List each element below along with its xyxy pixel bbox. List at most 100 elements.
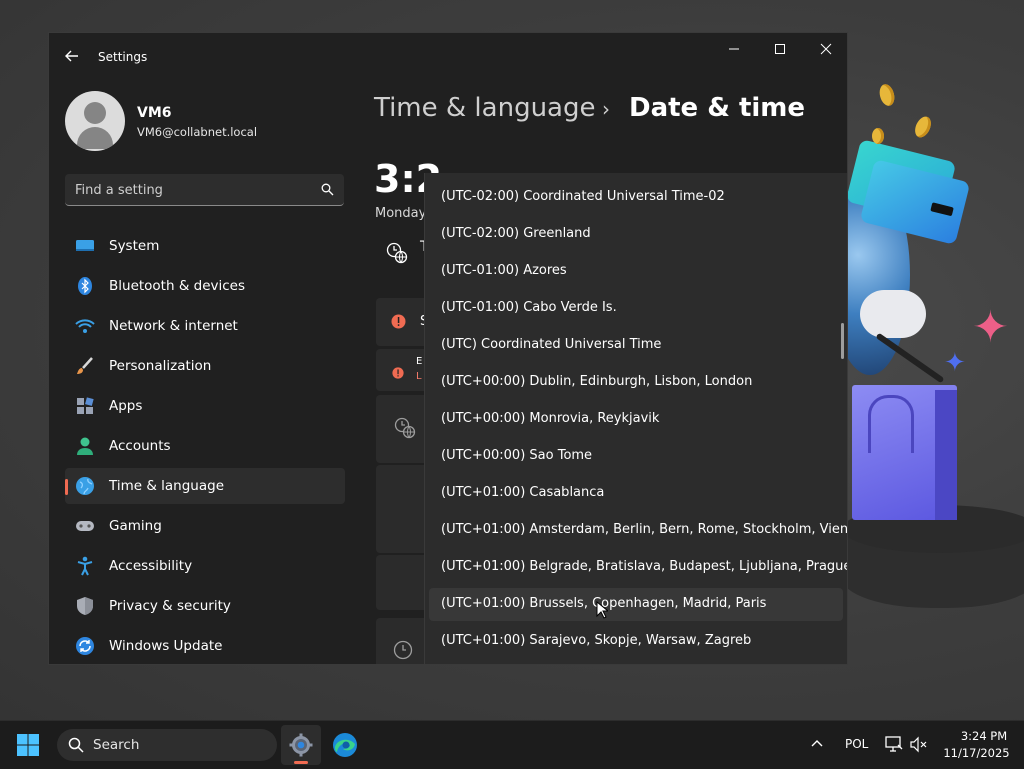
time-zone-option[interactable]: (UTC-01:00) Azores	[429, 255, 843, 288]
time-zone-option[interactable]: (UTC+00:00) Sao Tome	[429, 440, 843, 473]
time-zone-option[interactable]: (UTC+00:00) Dublin, Edinburgh, Lisbon, L…	[429, 366, 843, 399]
time-zone-option-label: (UTC-02:00) Greenland	[441, 226, 591, 241]
search-icon	[68, 737, 84, 753]
mouse-cursor-icon	[596, 601, 608, 619]
time-zone-dropdown-list[interactable]: (UTC-02:00) Coordinated Universal Time-0…	[424, 173, 847, 664]
page-title: Date & time	[629, 93, 806, 123]
gamepad-icon	[76, 521, 94, 531]
sparkle-icon: ✦	[944, 348, 966, 378]
settings-window: Settings VM6 VM6@collabnet.local System …	[48, 32, 848, 665]
time-zone-option[interactable]: (UTC+01:00) Casablanca	[429, 477, 843, 510]
maximize-button[interactable]	[757, 33, 803, 65]
time-zone-icon	[386, 242, 408, 264]
active-app-indicator	[294, 761, 308, 764]
sidebar-item-label: Personalization	[109, 358, 212, 374]
volume-muted-icon[interactable]	[910, 736, 928, 753]
apps-icon	[77, 397, 94, 414]
time-zone-option[interactable]: (UTC+01:00) Belgrade, Bratislava, Budape…	[429, 551, 847, 584]
minimize-button[interactable]	[711, 33, 757, 65]
sidebar-item-label: Windows Update	[109, 638, 223, 654]
time-zone-option[interactable]: (UTC+01:00) Brussels, Copenhagen, Madrid…	[429, 588, 843, 621]
time-zone-option[interactable]: (UTC) Coordinated Universal Time	[429, 329, 843, 362]
taskbar-clock-time[interactable]: 3:24 PM	[955, 729, 1013, 743]
back-arrow-icon[interactable]	[63, 47, 81, 65]
sparkle-icon: ✦	[972, 302, 1009, 353]
input-language-indicator[interactable]: POL	[845, 737, 868, 751]
time-zone-option[interactable]: (UTC+01:00) Amsterdam, Berlin, Bern, Rom…	[429, 514, 847, 547]
taskbar-clock-date[interactable]: 11/17/2025	[940, 746, 1013, 760]
brush-icon	[77, 357, 93, 374]
sidebar-item-accessibility[interactable]: Accessibility	[65, 548, 345, 584]
chevron-up-icon[interactable]	[810, 737, 824, 751]
wallpaper-shopping-bag-side	[935, 390, 957, 520]
time-zone-option-label: (UTC+01:00) Casablanca	[441, 485, 605, 500]
partial-setting-label: E	[416, 356, 423, 367]
time-zone-option[interactable]: (UTC-01:00) Cabo Verde Is.	[429, 292, 843, 325]
wallpaper-coin	[872, 128, 884, 144]
time-zone-option-label: (UTC+00:00) Dublin, Edinburgh, Lisbon, L…	[441, 374, 753, 389]
windows-start-icon[interactable]	[16, 733, 40, 757]
sidebar-item-label: Network & internet	[109, 318, 238, 334]
taskbar-settings-app[interactable]	[281, 725, 321, 765]
time-zone-option-label: (UTC-01:00) Cabo Verde Is.	[441, 300, 617, 315]
user-email: VM6@collabnet.local	[137, 125, 258, 139]
network-icon[interactable]	[885, 736, 903, 753]
sidebar-item-label: Accessibility	[109, 558, 193, 574]
warning-icon	[391, 314, 406, 329]
time-zone-option[interactable]: (UTC+01:00) Sarajevo, Skopje, Warsaw, Za…	[429, 625, 843, 658]
time-zone-option[interactable]: (UTC-02:00) Coordinated Universal Time-0…	[429, 181, 843, 214]
update-icon	[76, 637, 94, 655]
sidebar-item-privacy-security[interactable]: Privacy & security	[65, 588, 345, 624]
wallpaper-coin	[912, 114, 934, 140]
sidebar-item-label: Accounts	[109, 438, 171, 454]
time-zone-option-label: (UTC+00:00) Monrovia, Reykjavik	[441, 411, 660, 426]
time-zone-option-label: (UTC-02:00) Coordinated Universal Time-0…	[441, 189, 725, 204]
sidebar-item-apps[interactable]: Apps	[65, 388, 345, 424]
user-name: VM6	[137, 105, 172, 121]
edge-browser-icon	[333, 733, 357, 757]
warning-icon	[392, 367, 404, 379]
sidebar-item-label: System	[109, 238, 160, 254]
bluetooth-icon	[78, 277, 92, 295]
breadcrumb-separator: ›	[602, 97, 610, 121]
sidebar-item-label: Apps	[109, 398, 143, 414]
sidebar-item-personalization[interactable]: Personalization	[65, 348, 345, 384]
time-zone-option[interactable]: (UTC-02:00) Greenland	[429, 218, 843, 251]
active-indicator	[65, 479, 68, 495]
sidebar-item-system[interactable]: System	[65, 228, 345, 264]
time-zone-option-label: (UTC+00:00) Sao Tome	[441, 448, 593, 463]
time-zone-option-label: (UTC+01:00) Amsterdam, Berlin, Bern, Rom…	[441, 522, 848, 537]
sidebar-item-accounts[interactable]: Accounts	[65, 428, 345, 464]
wifi-icon	[75, 319, 95, 333]
time-language-icon	[76, 477, 94, 495]
taskbar-search-label: Search	[93, 737, 140, 753]
time-zone-option[interactable]: (UTC+00:00) Monrovia, Reykjavik	[429, 403, 843, 436]
settings-gear-icon	[289, 733, 313, 757]
search-input[interactable]	[75, 180, 305, 200]
sidebar-item-label: Time & language	[109, 478, 225, 494]
wallpaper-coin	[877, 82, 897, 108]
breadcrumb-parent[interactable]: Time & language	[374, 93, 595, 123]
taskbar-edge-app[interactable]	[325, 725, 365, 765]
sidebar-item-label: Gaming	[109, 518, 162, 534]
accessibility-icon	[77, 556, 93, 576]
time-zone-option-label: (UTC+01:00) Sarajevo, Skopje, Warsaw, Za…	[441, 633, 752, 648]
partial-setting-label: L	[416, 371, 422, 382]
sidebar-item-bluetooth[interactable]: Bluetooth & devices	[65, 268, 345, 304]
time-zone-option-label: (UTC) Coordinated Universal Time	[441, 337, 662, 352]
accounts-icon	[77, 437, 93, 455]
sidebar-item-network[interactable]: Network & internet	[65, 308, 345, 344]
taskbar-search-box[interactable]: Search	[57, 729, 277, 761]
minimize-icon	[729, 48, 739, 50]
sidebar-item-time-language[interactable]: Time & language	[65, 468, 345, 504]
sidebar-item-windows-update[interactable]: Windows Update	[65, 628, 345, 664]
time-zone-option-label: (UTC+01:00) Belgrade, Bratislava, Budape…	[441, 559, 848, 574]
settings-search-box[interactable]	[65, 174, 344, 206]
wallpaper-bag-handle	[868, 395, 914, 453]
shield-icon	[77, 597, 93, 615]
avatar[interactable]	[65, 91, 125, 151]
close-button[interactable]	[803, 33, 847, 65]
sidebar-nav: System Bluetooth & devices Network & int…	[65, 228, 345, 664]
title-bar[interactable]: Settings	[49, 33, 847, 81]
sidebar-item-gaming[interactable]: Gaming	[65, 508, 345, 544]
